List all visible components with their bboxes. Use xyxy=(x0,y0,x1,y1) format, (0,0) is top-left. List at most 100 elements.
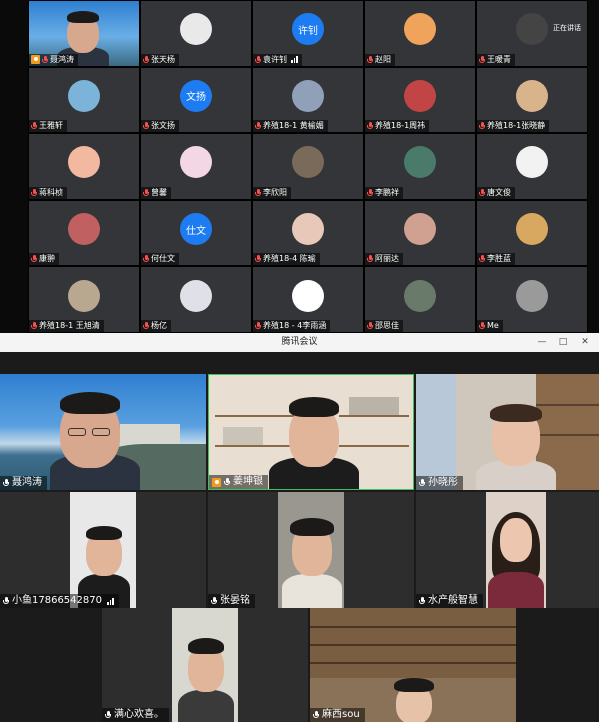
participant-tile[interactable]: 养殖18-1 黄榆媚 xyxy=(253,67,363,133)
microphone-icon xyxy=(3,479,9,487)
participant-label: 水产般智慧 xyxy=(416,594,483,608)
participant-label: 小鱼17866542870 xyxy=(0,594,119,608)
participant-label: 邵思佳 xyxy=(365,319,403,332)
participant-tile[interactable]: 康翀 xyxy=(29,200,139,266)
avatar xyxy=(516,79,548,112)
background-bookshelf xyxy=(310,608,516,678)
participant-label: 李欣阳 xyxy=(253,186,291,199)
avatar xyxy=(404,79,436,112)
participant-label: 张文扬 xyxy=(141,120,179,133)
participant-label: 满心欢喜。 xyxy=(102,708,169,722)
participant-tile[interactable]: 养殖18-1周祎 xyxy=(365,67,475,133)
shelf xyxy=(310,662,516,664)
participant-label: 张晏铭 xyxy=(208,594,255,608)
avatar xyxy=(68,146,100,179)
participant-label: 养殖18 - 4李雨涵 xyxy=(253,319,331,332)
video-tile[interactable]: 张晏铭 xyxy=(208,492,414,608)
participant-name: 麻西sou xyxy=(322,709,360,720)
window-titlebar: 腾讯会议 — □ ✕ xyxy=(0,333,599,353)
video-tile[interactable]: 小鱼17866542870 xyxy=(0,492,206,608)
participant-tile[interactable]: 李欣阳 xyxy=(253,134,363,199)
microphone-icon xyxy=(313,711,319,719)
participant-name: 聂鸿涛 xyxy=(50,54,74,64)
participant-name: 养殖18-1周祎 xyxy=(375,121,426,131)
participant-tile[interactable]: 文扬 张文扬 xyxy=(141,67,251,133)
participant-name: 袁许钊 xyxy=(263,54,287,64)
participant-tile[interactable]: 王雅轩 xyxy=(29,67,139,133)
avatar xyxy=(404,146,436,179)
microphone-icon xyxy=(255,55,261,64)
shelf xyxy=(310,644,516,646)
participant-tile[interactable]: 养殖18-1 王旭清 xyxy=(29,267,139,332)
microphone-icon xyxy=(367,321,373,330)
participant-tile[interactable]: 张天杨 xyxy=(141,1,251,66)
minimize-button[interactable]: — xyxy=(535,333,549,352)
participant-label: 张天杨 xyxy=(141,53,179,66)
participant-tile[interactable]: 许钊 袁许钊 xyxy=(253,1,363,66)
participant-label: 养殖18-1张晓静 xyxy=(477,120,550,133)
video-tile[interactable]: 水产般智慧 xyxy=(416,492,599,608)
participant-tile[interactable]: 养殖18-4 陈瑜 xyxy=(253,200,363,266)
video-tile[interactable]: 满心欢喜。 xyxy=(102,608,308,722)
participant-name: 杨亿 xyxy=(151,320,167,330)
avatar-initials: 仕文 xyxy=(180,213,212,246)
microphone-icon xyxy=(255,255,261,263)
participant-tile[interactable]: 李胜蓝 xyxy=(477,200,587,266)
maximize-button[interactable]: □ xyxy=(556,333,570,352)
participant-tile[interactable]: 阿丽达 xyxy=(365,200,475,266)
participant-label: 杨亿 xyxy=(141,319,171,332)
participant-tile[interactable]: 蒋科桢 xyxy=(29,134,139,199)
microphone-icon xyxy=(479,55,485,64)
participant-label: Me xyxy=(477,319,503,332)
participant-tile[interactable]: 赵阳 xyxy=(365,1,475,66)
close-button[interactable]: ✕ xyxy=(578,333,592,352)
gallery-left-margin xyxy=(0,0,28,333)
avatar xyxy=(404,13,436,46)
participant-tile[interactable]: 正在讲话王暖青 xyxy=(477,1,587,66)
participant-name: 王雅轩 xyxy=(39,121,63,131)
microphone-icon xyxy=(105,711,111,719)
microphone-icon xyxy=(31,122,37,130)
microphone-icon xyxy=(367,122,373,130)
participant-video xyxy=(488,506,544,608)
participant-label: 姜坤银 xyxy=(209,475,268,489)
participant-label: 麻西sou xyxy=(310,708,365,722)
participant-label: 赵阳 xyxy=(365,53,395,66)
participant-tile[interactable]: 唐文俊 xyxy=(477,134,587,199)
participant-label: 养殖18-1周祎 xyxy=(365,120,430,133)
video-tile[interactable]: 聂鸿涛 xyxy=(0,374,206,490)
participant-name: Me xyxy=(487,320,499,330)
microphone-icon xyxy=(419,597,425,605)
participant-name: 养殖18 - 4李雨涵 xyxy=(263,320,327,330)
participant-tile[interactable]: 养殖18 - 4李雨涵 xyxy=(253,267,363,332)
participant-tile[interactable]: Me xyxy=(477,267,587,332)
shelf xyxy=(310,626,516,628)
participant-tile[interactable]: 邵思佳 xyxy=(365,267,475,332)
participant-name: 张晏铭 xyxy=(220,595,250,606)
participant-name: 王暖青 xyxy=(487,54,511,64)
participant-label: 养殖18-4 陈瑜 xyxy=(253,253,320,266)
participant-tile[interactable]: 李鹏祥 xyxy=(365,134,475,199)
participant-name: 养殖18-1 王旭清 xyxy=(39,320,100,330)
participant-tile[interactable]: 养殖18-1张晓静 xyxy=(477,67,587,133)
video-tile[interactable]: 孙晓彤 xyxy=(416,374,599,490)
participant-tile[interactable]: 曾馨 xyxy=(141,134,251,199)
microphone-icon xyxy=(367,255,373,263)
video-tile[interactable]: 麻西sou xyxy=(310,608,516,722)
participant-video xyxy=(269,387,359,489)
avatar xyxy=(292,146,324,179)
microphone-icon xyxy=(3,597,9,605)
video-tile-active[interactable]: 姜坤银 xyxy=(208,374,414,490)
participant-name: 李鹏祥 xyxy=(375,187,399,197)
participant-name: 邵思佳 xyxy=(375,320,399,330)
participant-name: 聂鸿涛 xyxy=(12,477,42,488)
speaking-indicator: 正在讲话 xyxy=(553,24,581,32)
participant-tile[interactable]: 仕文 何仕文 xyxy=(141,200,251,266)
participant-tile[interactable]: 聂鸿涛 xyxy=(29,1,139,66)
participant-name: 康翀 xyxy=(39,254,55,264)
participant-name: 养殖18-1张晓静 xyxy=(487,121,546,131)
host-icon xyxy=(31,55,40,65)
avatar xyxy=(516,213,548,246)
participant-name: 唐文俊 xyxy=(487,187,511,197)
participant-tile[interactable]: 杨亿 xyxy=(141,267,251,332)
